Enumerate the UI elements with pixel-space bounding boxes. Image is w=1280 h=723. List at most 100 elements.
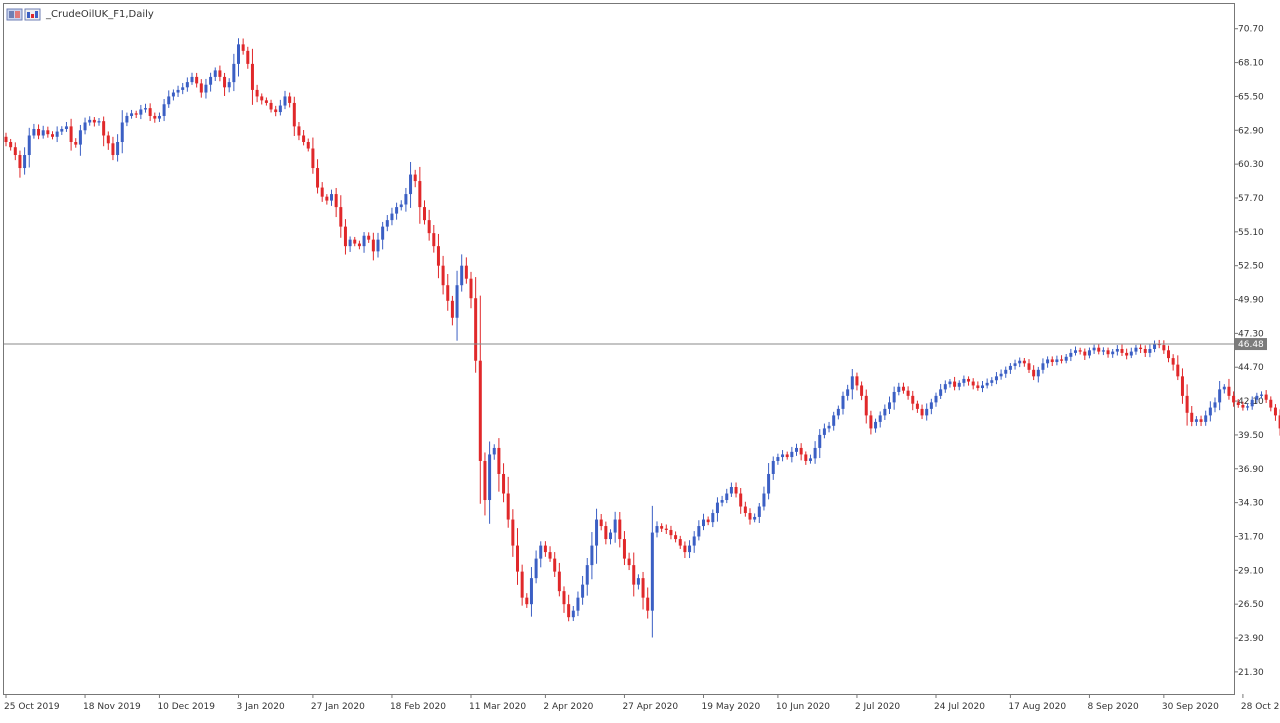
chart-bars-icon[interactable] <box>25 9 40 20</box>
candle-body <box>200 83 203 92</box>
candle-body <box>1134 348 1137 352</box>
candle-body <box>707 520 710 523</box>
candle-body <box>935 396 938 403</box>
candle-body <box>1074 350 1077 353</box>
candle-body <box>330 194 333 201</box>
candle-body <box>1251 400 1254 407</box>
candle-body <box>749 513 752 520</box>
candle-body <box>204 85 207 93</box>
candle-body <box>879 415 882 422</box>
candle-body <box>679 539 682 546</box>
candle-body <box>1269 400 1272 408</box>
candle-body <box>311 149 314 169</box>
candle-body <box>470 279 473 299</box>
candle-body <box>1037 370 1040 377</box>
candle-body <box>595 520 598 546</box>
x-tick-label: 24 Jul 2020 <box>934 702 985 712</box>
candle-body <box>786 454 789 457</box>
candle-body <box>772 461 775 474</box>
candle-body <box>781 454 784 457</box>
candle-body <box>1023 361 1026 364</box>
candle-body <box>74 142 77 145</box>
candle-body <box>23 155 26 168</box>
candle-body <box>1162 345 1165 350</box>
candle-body <box>618 520 621 540</box>
candle-body <box>753 517 756 520</box>
candle-body <box>539 546 542 559</box>
candle-body <box>1265 395 1268 400</box>
candle-body <box>465 266 468 279</box>
candle-body <box>381 227 384 240</box>
candle-body <box>930 402 933 409</box>
candle-body <box>814 448 817 458</box>
candle-body <box>623 539 626 559</box>
candle-body <box>460 266 463 286</box>
x-tick-label: 10 Jun 2020 <box>776 702 830 712</box>
candle-body <box>660 526 663 529</box>
candlestick-chart: _CrudeOilUK_F1,Daily 70.7068.1065.5062.9… <box>0 0 1280 719</box>
candle-body <box>1148 349 1151 353</box>
candle-body <box>1046 359 1049 363</box>
candle-body <box>990 380 993 383</box>
candle-body <box>572 611 575 618</box>
y-tick-label: 21.30 <box>1238 668 1264 678</box>
candle-body <box>553 559 556 572</box>
candle-body <box>823 428 826 435</box>
candle-body <box>1195 419 1198 422</box>
candle-body <box>432 233 435 246</box>
candle-body <box>1028 363 1031 370</box>
candle-body <box>800 448 803 455</box>
candle-body <box>353 240 356 244</box>
candle-body <box>967 379 970 382</box>
candle-body <box>130 113 133 116</box>
y-tick-label: 44.70 <box>1238 363 1264 373</box>
x-tick-label: 30 Sep 2020 <box>1162 702 1219 712</box>
candle-body <box>925 409 928 416</box>
candle-body <box>744 507 747 514</box>
candle-body <box>237 44 240 64</box>
candle-body <box>976 385 979 388</box>
candle-body <box>274 109 277 112</box>
candle-body <box>367 236 370 240</box>
candle-body <box>818 435 821 448</box>
candle-body <box>358 244 361 247</box>
candle-body <box>600 520 603 527</box>
candle-body <box>516 546 519 572</box>
window-tile-icon[interactable] <box>7 9 22 20</box>
candle-body <box>1200 419 1203 422</box>
candle-body <box>442 266 445 286</box>
candle-body <box>339 207 342 227</box>
y-tick-label: 52.50 <box>1238 262 1264 272</box>
candle-body <box>214 70 217 77</box>
candle-body <box>56 132 59 137</box>
x-tick-label: 3 Jan 2020 <box>237 702 285 712</box>
candle-body <box>1204 415 1207 422</box>
candle-body <box>567 604 570 617</box>
candle-body <box>400 204 403 207</box>
candle-body <box>98 121 101 122</box>
candle-body <box>1186 396 1189 413</box>
candle-body <box>842 396 845 409</box>
candle-body <box>628 559 631 566</box>
candle-body <box>474 298 477 360</box>
candle-body <box>897 387 900 392</box>
candle-body <box>344 227 347 247</box>
candle-body <box>1246 406 1249 407</box>
y-tick-label: 36.90 <box>1238 465 1264 475</box>
candle-body <box>1018 361 1021 364</box>
candle-body <box>288 96 291 103</box>
candle-body <box>18 155 21 168</box>
candle-body <box>711 513 714 522</box>
candle-body <box>172 93 175 97</box>
candle-body <box>88 120 91 123</box>
candle-body <box>488 454 491 500</box>
candle-body <box>186 82 189 87</box>
candle-body <box>28 135 31 155</box>
candle-body <box>674 535 677 539</box>
candle-body <box>669 530 672 535</box>
x-tick-label: 18 Nov 2019 <box>83 702 141 712</box>
candle-body <box>1218 389 1221 402</box>
candle-body <box>683 546 686 553</box>
candle-body <box>493 448 496 455</box>
y-tick-label: 34.30 <box>1238 499 1264 509</box>
